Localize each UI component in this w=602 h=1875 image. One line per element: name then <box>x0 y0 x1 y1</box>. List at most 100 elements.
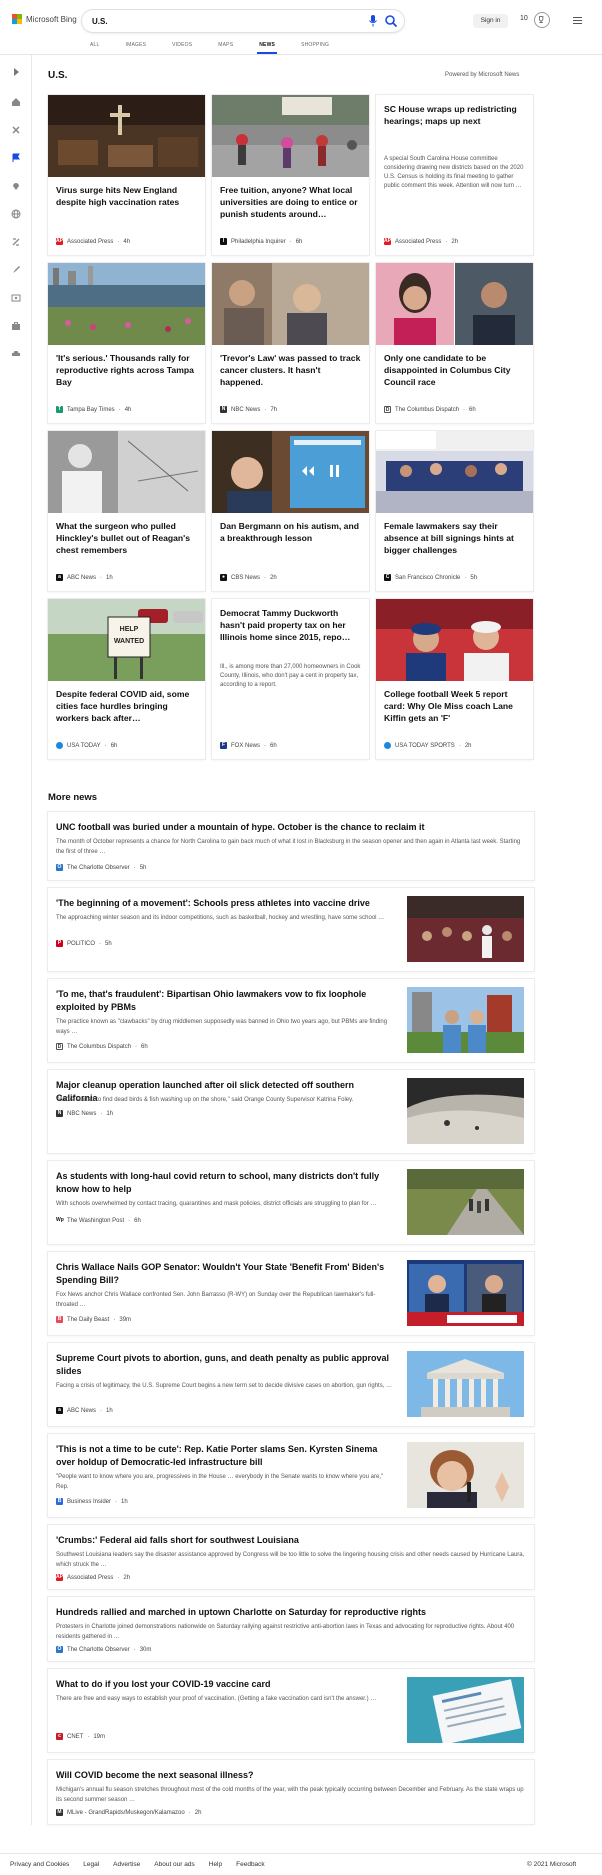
card-title[interactable]: 'It's serious.' Thousands rally for repr… <box>56 352 199 388</box>
tab-shopping[interactable]: SHOPPING <box>301 42 329 55</box>
sign-in-button[interactable]: Sign in <box>473 14 508 28</box>
news-source: a ABC News · 1h <box>56 1407 113 1414</box>
card-source: AP Associated Press · 2h <box>384 238 459 245</box>
search-input[interactable] <box>92 14 332 28</box>
flag-icon[interactable] <box>11 153 21 163</box>
news-card[interactable]: Only one candidate to be disappointed in… <box>376 263 533 423</box>
home-icon[interactable] <box>11 97 21 107</box>
expand-chevron-icon[interactable] <box>11 67 21 77</box>
news-item[interactable]: Supreme Court pivots to abortion, guns, … <box>48 1343 534 1426</box>
money-icon[interactable] <box>11 237 21 247</box>
microphone-icon[interactable] <box>368 15 378 27</box>
news-snippet: "We've started to find dead birds & fish… <box>56 1097 354 1103</box>
news-title[interactable]: As students with long-haul covid return … <box>56 1170 396 1196</box>
news-card[interactable]: Free tuition, anyone? What local univers… <box>212 95 369 255</box>
news-item[interactable]: Major cleanup operation launched after o… <box>48 1070 534 1153</box>
search-box <box>82 10 404 32</box>
card-title[interactable]: 'Trevor's Law' was passed to track cance… <box>220 352 363 388</box>
card-title[interactable]: What the surgeon who pulled Hinckley's b… <box>56 520 199 556</box>
rewards-points[interactable]: 10 <box>520 15 528 22</box>
card-title[interactable]: Free tuition, anyone? What local univers… <box>220 184 363 220</box>
footer-link-legal[interactable]: Legal <box>83 1861 99 1868</box>
location-pin-icon[interactable] <box>11 181 21 191</box>
rewards-trophy-icon[interactable] <box>534 12 550 28</box>
card-source: I Philadelphia Inquirer · 6h <box>220 238 302 245</box>
source-logo-icon: N <box>220 406 227 413</box>
bing-logo[interactable]: Microsoft Bing <box>12 14 77 24</box>
card-title[interactable]: SC House wraps up redistricting hearings… <box>384 103 527 127</box>
film-icon[interactable] <box>11 293 21 303</box>
news-card[interactable]: Democrat Tammy Duckworth hasn't paid pro… <box>212 599 369 759</box>
source-logo-icon: M <box>56 1809 63 1816</box>
sparkle-icon[interactable] <box>11 125 21 135</box>
card-title[interactable]: Dan Bergmann on his autism, and a breakt… <box>220 520 363 544</box>
source-logo-icon: a <box>56 574 63 581</box>
card-source: D The Columbus Dispatch · 6h <box>384 406 476 413</box>
top-header: Microsoft Bing Sign in 10 ALL IMAGES VID… <box>0 0 602 55</box>
news-item[interactable]: Chris Wallace Nails GOP Senator: Wouldn'… <box>48 1252 534 1335</box>
card-image <box>212 95 369 177</box>
powered-by-label[interactable]: Powered by Microsoft News <box>445 72 519 78</box>
globe-icon[interactable] <box>11 209 21 219</box>
news-title[interactable]: Will COVID become the next seasonal illn… <box>56 1769 526 1782</box>
footer-link-feedback[interactable]: Feedback <box>236 1861 265 1868</box>
news-snippet: Fox News anchor Chris Wallace confronted… <box>56 1292 376 1308</box>
source-logo-icon: B <box>56 1316 63 1323</box>
news-item[interactable]: 'This is not a time to be cute': Rep. Ka… <box>48 1434 534 1517</box>
news-card[interactable]: What the surgeon who pulled Hinckley's b… <box>48 431 205 591</box>
tab-videos[interactable]: VIDEOS <box>172 42 192 55</box>
card-image <box>376 599 533 681</box>
source-logo-icon: ● <box>220 574 227 581</box>
news-card[interactable]: Female lawmakers say their absence at bi… <box>376 431 533 591</box>
tab-all[interactable]: ALL <box>90 42 100 55</box>
news-card[interactable]: Virus surge hits New England despite hig… <box>48 95 205 255</box>
card-title[interactable]: Democrat Tammy Duckworth hasn't paid pro… <box>220 607 363 643</box>
news-card[interactable]: College football Week 5 report card: Why… <box>376 599 533 759</box>
footer-link-about-ads[interactable]: About our ads <box>154 1861 194 1868</box>
search-icon[interactable] <box>384 14 398 28</box>
card-snippet: A special South Carolina House committee… <box>384 156 524 189</box>
news-card[interactable]: HELP WANTED Despite federal COVID aid, s… <box>48 599 205 759</box>
tab-images[interactable]: IMAGES <box>126 42 147 55</box>
news-title[interactable]: Hundreds rallied and marched in uptown C… <box>56 1606 526 1619</box>
footer-link-privacy[interactable]: Privacy and Cookies <box>10 1861 69 1868</box>
news-card[interactable]: SC House wraps up redistricting hearings… <box>376 95 533 255</box>
news-snippet: Michigan's annual flu season stretches t… <box>56 1787 524 1803</box>
news-item[interactable]: Will COVID become the next seasonal illn… <box>48 1760 534 1824</box>
news-title[interactable]: 'Crumbs:' Federal aid falls short for so… <box>56 1534 526 1547</box>
source-logo-icon: D <box>56 1043 63 1050</box>
footer-link-help[interactable]: Help <box>209 1861 222 1868</box>
news-title[interactable]: 'This is not a time to be cute': Rep. Ka… <box>56 1443 396 1469</box>
news-card[interactable]: 'It's serious.' Thousands rally for repr… <box>48 263 205 423</box>
rocket-icon[interactable] <box>11 265 21 275</box>
card-title[interactable]: Despite federal COVID aid, some cities f… <box>56 688 199 724</box>
news-card[interactable]: 'Trevor's Law' was passed to track cance… <box>212 263 369 423</box>
news-item[interactable]: 'The beginning of a movement': Schools p… <box>48 888 534 971</box>
tab-news[interactable]: NEWS <box>257 42 277 55</box>
news-item[interactable]: 'Crumbs:' Federal aid falls short for so… <box>48 1525 534 1589</box>
car-icon[interactable] <box>11 349 21 359</box>
source-logo-icon <box>384 742 391 749</box>
card-title[interactable]: Only one candidate to be disappointed in… <box>384 352 527 388</box>
news-item[interactable]: UNC football was buried under a mountain… <box>48 812 534 880</box>
news-item[interactable]: What to do if you lost your COVID-19 vac… <box>48 1669 534 1752</box>
news-title[interactable]: What to do if you lost your COVID-19 vac… <box>56 1678 396 1691</box>
tab-maps[interactable]: MAPS <box>218 42 233 55</box>
hamburger-menu-icon[interactable] <box>573 17 582 24</box>
source-logo-icon: N <box>56 1110 63 1117</box>
card-title[interactable]: Virus surge hits New England despite hig… <box>56 184 199 208</box>
news-item[interactable]: Hundreds rallied and marched in uptown C… <box>48 1597 534 1661</box>
news-title[interactable]: Supreme Court pivots to abortion, guns, … <box>56 1352 396 1378</box>
news-title[interactable]: Chris Wallace Nails GOP Senator: Wouldn'… <box>56 1261 396 1287</box>
briefcase-icon[interactable] <box>11 321 21 331</box>
news-title[interactable]: UNC football was buried under a mountain… <box>56 821 526 834</box>
card-title[interactable]: Female lawmakers say their absence at bi… <box>384 520 527 556</box>
source-logo-icon: Wp <box>56 1217 64 1224</box>
card-title[interactable]: College football Week 5 report card: Why… <box>384 688 527 724</box>
news-item[interactable]: 'To me, that's fraudulent': Bipartisan O… <box>48 979 534 1062</box>
footer-link-advertise[interactable]: Advertise <box>113 1861 140 1868</box>
news-item[interactable]: As students with long-haul covid return … <box>48 1161 534 1244</box>
news-card[interactable]: Dan Bergmann on his autism, and a breakt… <box>212 431 369 591</box>
news-title[interactable]: 'To me, that's fraudulent': Bipartisan O… <box>56 988 396 1014</box>
news-title[interactable]: 'The beginning of a movement': Schools p… <box>56 897 396 910</box>
